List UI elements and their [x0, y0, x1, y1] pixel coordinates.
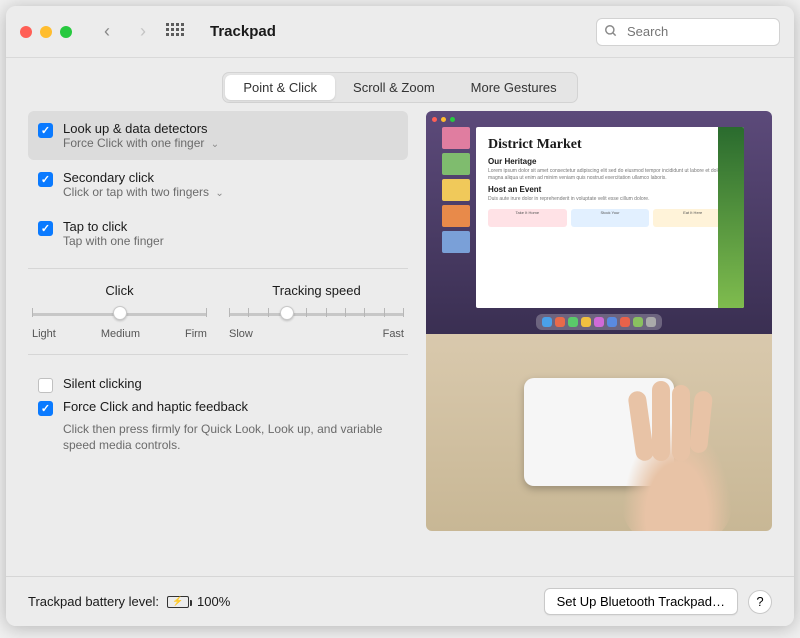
grid-icon	[166, 23, 184, 41]
search-wrap	[596, 18, 780, 46]
option-lookup[interactable]: Look up & data detectors Force Click wit…	[28, 111, 408, 160]
slider-title: Tracking speed	[229, 283, 404, 298]
chevron-down-icon[interactable]: ⌄	[215, 188, 223, 199]
preview-document: District Market Our Heritage Lorem ipsum…	[476, 127, 744, 308]
checkbox-force[interactable]	[38, 401, 53, 416]
zoom-window-button[interactable]	[60, 26, 72, 38]
segmented-tabs: Point & Click Scroll & Zoom More Gesture…	[222, 72, 577, 103]
slider-knob[interactable]	[280, 306, 294, 320]
tab-point-click[interactable]: Point & Click	[225, 75, 335, 100]
checkbox-silent[interactable]	[38, 378, 53, 393]
forward-button: ›	[130, 19, 156, 45]
close-window-button[interactable]	[20, 26, 32, 38]
checkbox-secondary[interactable]	[38, 172, 53, 187]
window-controls	[20, 26, 72, 38]
titlebar: ‹ › Trackpad	[6, 6, 794, 58]
checkbox-lookup[interactable]	[38, 123, 53, 138]
help-button[interactable]: ?	[748, 590, 772, 614]
tracking-slider-block: Tracking speed Slow Fast	[229, 283, 404, 340]
battery-percent: 100%	[197, 594, 230, 609]
click-slider-block: Click Light Medium Firm	[32, 283, 207, 340]
option-title: Tap to click	[63, 219, 164, 234]
tab-scroll-zoom[interactable]: Scroll & Zoom	[335, 75, 453, 100]
minimize-window-button[interactable]	[40, 26, 52, 38]
options-column: Look up & data detectors Force Click wit…	[28, 111, 408, 531]
content: Look up & data detectors Force Click wit…	[6, 111, 794, 531]
preview-dock	[536, 314, 662, 330]
footer: Trackpad battery level: ⚡ 100% Set Up Bl…	[6, 576, 794, 626]
option-secondary-click[interactable]: Secondary click Click or tap with two fi…	[28, 160, 408, 209]
option-force-click[interactable]: Force Click and haptic feedback	[32, 396, 404, 419]
battery-label: Trackpad battery level:	[28, 594, 159, 609]
preview-doc-title: District Market	[488, 137, 732, 153]
preview-thumbnails	[442, 127, 470, 253]
search-icon	[604, 24, 618, 41]
gesture-preview: District Market Our Heritage Lorem ipsum…	[426, 111, 772, 531]
setup-bluetooth-trackpad-button[interactable]: Set Up Bluetooth Trackpad…	[544, 588, 738, 615]
slider-labels: Slow Fast	[229, 328, 404, 340]
slider-knob[interactable]	[113, 306, 127, 320]
tab-more-gestures[interactable]: More Gestures	[453, 75, 575, 100]
checkbox-tap[interactable]	[38, 221, 53, 236]
option-silent-clicking[interactable]: Silent clicking	[32, 373, 404, 396]
slider-labels: Light Medium Firm	[32, 328, 207, 340]
tracking-slider[interactable]	[229, 304, 404, 324]
option-title: Look up & data detectors	[63, 121, 219, 136]
search-input[interactable]	[596, 18, 780, 46]
preview-screen: District Market Our Heritage Lorem ipsum…	[426, 111, 772, 334]
bottom-options: Silent clicking Force Click and haptic f…	[28, 365, 408, 461]
divider	[28, 268, 408, 269]
option-title: Force Click and haptic feedback	[63, 399, 248, 414]
option-subtitle: Tap with one finger	[63, 234, 164, 248]
option-secondary-text: Secondary click Click or tap with two fi…	[63, 170, 224, 199]
preview-hand	[622, 421, 732, 531]
window-title: Trackpad	[210, 23, 276, 40]
sliders-row: Click Light Medium Firm Tracking speed	[28, 279, 408, 344]
chevron-down-icon[interactable]: ⌄	[211, 139, 219, 150]
battery-status: Trackpad battery level: ⚡ 100%	[28, 594, 230, 609]
back-button[interactable]: ‹	[94, 19, 120, 45]
option-subtitle: Force Click with one finger ⌄	[63, 136, 219, 150]
tabs-row: Point & Click Scroll & Zoom More Gesture…	[6, 58, 794, 111]
slider-title: Click	[32, 283, 207, 298]
option-tap-to-click[interactable]: Tap to click Tap with one finger	[28, 209, 408, 258]
option-description: Click then press firmly for Quick Look, …	[63, 421, 404, 453]
preview-trackpad-area	[426, 334, 772, 531]
divider	[28, 354, 408, 355]
battery-icon: ⚡	[167, 596, 189, 608]
option-tap-text: Tap to click Tap with one finger	[63, 219, 164, 248]
option-lookup-text: Look up & data detectors Force Click wit…	[63, 121, 219, 150]
click-slider[interactable]	[32, 304, 207, 324]
preferences-window: ‹ › Trackpad Point & Click Scroll & Zoom…	[6, 6, 794, 626]
option-subtitle: Click or tap with two fingers ⌄	[63, 185, 224, 199]
option-title: Secondary click	[63, 170, 224, 185]
option-title: Silent clicking	[63, 376, 142, 391]
show-all-button[interactable]	[166, 19, 192, 45]
